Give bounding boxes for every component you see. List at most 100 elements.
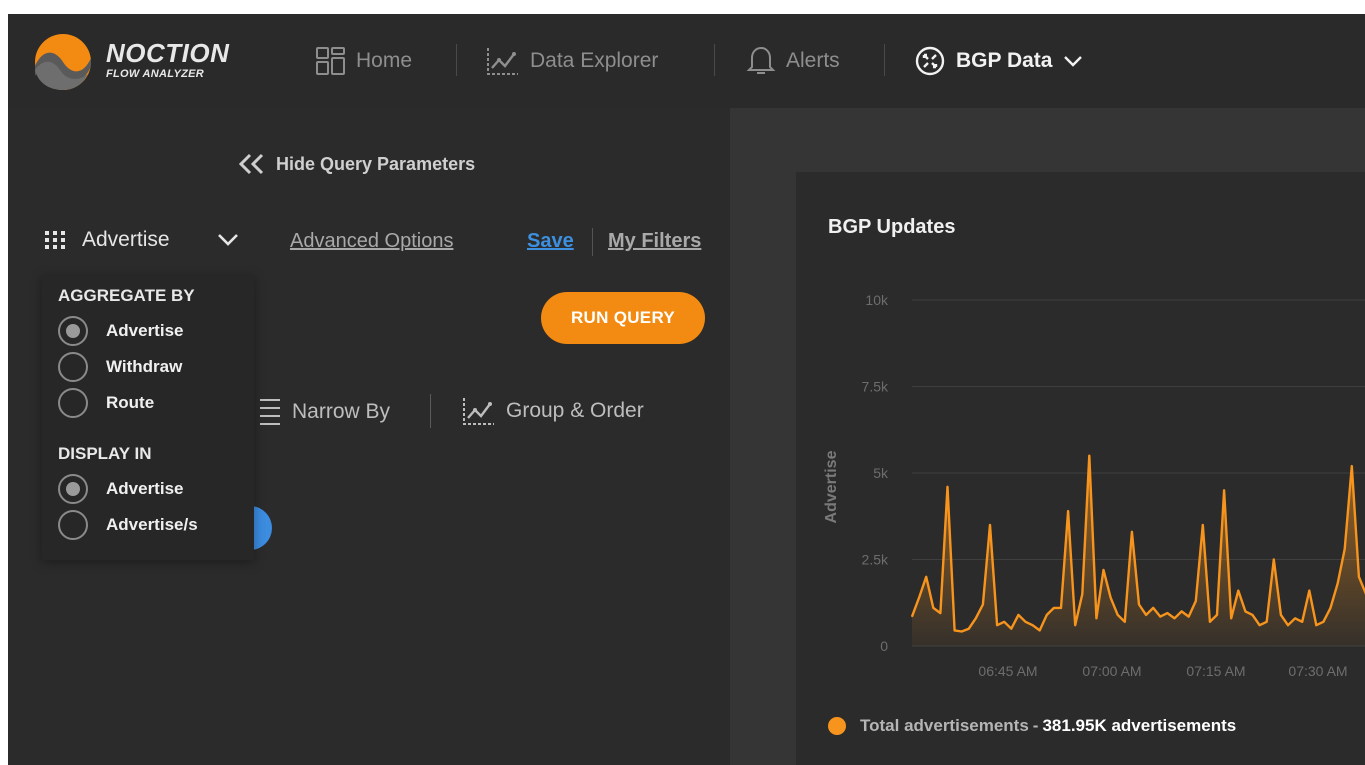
y-tick-label: 0 bbox=[880, 638, 888, 654]
data-point bbox=[1180, 610, 1183, 612]
data-point bbox=[975, 617, 977, 619]
nav-data-explorer-label: Data Explorer bbox=[530, 49, 659, 72]
data-point bbox=[1088, 455, 1090, 457]
bgp-updates-chart: 0 2.5k 5k 7.5k 10k Advertise 06:45 AM 07:00 AM 0… bbox=[823, 292, 1365, 679]
radio-checked-icon bbox=[58, 474, 88, 504]
series-line-total-advertisements bbox=[910, 454, 1365, 633]
legend-series-name: Total advertisements bbox=[860, 716, 1029, 735]
brand-subtitle: FLOW ANALYZER bbox=[106, 68, 204, 80]
x-tick-label: 07:00 AM bbox=[1082, 663, 1141, 679]
data-point bbox=[1067, 510, 1069, 512]
y-tick-label: 10k bbox=[865, 292, 889, 308]
data-point bbox=[1010, 628, 1012, 630]
y-tick-label: 2.5k bbox=[862, 552, 889, 568]
nav-alerts[interactable]: Alerts bbox=[746, 44, 840, 78]
filter-lines-icon bbox=[260, 399, 280, 425]
data-point bbox=[1301, 621, 1303, 623]
data-point bbox=[1003, 621, 1005, 623]
router-icon bbox=[915, 46, 945, 76]
option-label: Advertise/s bbox=[106, 515, 198, 534]
metric-select[interactable]: Advertise bbox=[44, 228, 244, 252]
dashboard-icon bbox=[316, 47, 345, 75]
data-point bbox=[1124, 621, 1126, 623]
data-point bbox=[1209, 621, 1211, 623]
data-point bbox=[1294, 617, 1296, 619]
display-in-heading: DISPLAY IN bbox=[58, 444, 152, 463]
data-point bbox=[1053, 607, 1055, 609]
nav-divider bbox=[884, 44, 885, 76]
data-point bbox=[1237, 590, 1239, 592]
option-label: Advertise bbox=[106, 479, 184, 498]
chart-legend[interactable]: Total advertisements - 381.95K advertise… bbox=[828, 716, 1236, 736]
metric-select-value: Advertise bbox=[82, 228, 170, 251]
y-tick-label: 5k bbox=[873, 465, 889, 481]
radio-checked-icon bbox=[58, 316, 88, 346]
x-tick-label: 07:15 AM bbox=[1186, 663, 1245, 679]
brand-name: NOCTION bbox=[106, 38, 230, 68]
data-point bbox=[1195, 600, 1197, 602]
advanced-options-link[interactable]: Advanced Options bbox=[290, 230, 453, 253]
data-point bbox=[1344, 548, 1346, 550]
data-point bbox=[1216, 614, 1218, 616]
radio-unchecked-icon bbox=[58, 510, 88, 540]
data-point bbox=[1230, 617, 1232, 619]
bgp-updates-chart-card: BGP Updates 0 2.5k 5k 7.5k 10k Advertise 06:45… bbox=[796, 172, 1365, 765]
data-point bbox=[932, 607, 934, 609]
save-link[interactable]: Save bbox=[527, 230, 574, 253]
data-point bbox=[1273, 558, 1275, 561]
data-point bbox=[1145, 614, 1147, 616]
data-point bbox=[1017, 614, 1020, 616]
data-point bbox=[996, 624, 998, 626]
display-option-advertise-per-second[interactable]: Advertise/s bbox=[58, 510, 198, 540]
y-tick-label: 7.5k bbox=[862, 379, 889, 395]
my-filters-link[interactable]: My Filters bbox=[608, 230, 701, 253]
group-order-button[interactable]: Group & Order bbox=[462, 396, 644, 426]
nav-divider bbox=[456, 44, 457, 76]
nav-home[interactable]: Home bbox=[316, 44, 412, 78]
legend-separator: - bbox=[1032, 716, 1039, 735]
nav-data-explorer[interactable]: Data Explorer bbox=[486, 44, 658, 78]
aggregate-option-withdraw[interactable]: Withdraw bbox=[58, 352, 182, 382]
data-point bbox=[1188, 615, 1190, 618]
top-navigation-bar: NOCTION FLOW ANALYZER Home Data Explorer bbox=[8, 14, 1365, 108]
data-point bbox=[1308, 590, 1310, 592]
hide-query-parameters-button[interactable]: Hide Query Parameters bbox=[236, 152, 475, 176]
narrow-by-label: Narrow By bbox=[292, 400, 391, 423]
link-divider bbox=[592, 228, 593, 256]
aggregate-by-heading: AGGREGATE BY bbox=[58, 286, 195, 305]
data-point bbox=[1166, 612, 1168, 614]
data-point bbox=[1287, 624, 1289, 626]
data-point bbox=[1138, 603, 1140, 606]
run-query-button[interactable]: RUN QUERY bbox=[541, 292, 705, 344]
data-point bbox=[953, 629, 956, 632]
bell-icon bbox=[746, 46, 776, 74]
radio-unchecked-icon bbox=[58, 388, 88, 418]
display-option-advertise[interactable]: Advertise bbox=[58, 474, 183, 504]
data-point bbox=[1280, 614, 1282, 616]
data-point bbox=[982, 603, 984, 606]
results-area: BGP Updates 0 2.5k 5k 7.5k 10k Advertise 06:45… bbox=[730, 108, 1365, 765]
line-chart-icon bbox=[463, 398, 494, 425]
data-point bbox=[1095, 617, 1098, 619]
group-order-label: Group & Order bbox=[506, 399, 644, 422]
grid-dots-icon bbox=[45, 231, 65, 249]
data-point bbox=[1039, 629, 1041, 632]
data-point bbox=[1266, 621, 1268, 623]
data-point bbox=[1351, 465, 1353, 467]
nav-bgp-data[interactable]: BGP Data bbox=[914, 44, 1094, 78]
option-label: Advertise bbox=[106, 321, 184, 340]
legend-series-total: 381.95K advertisements bbox=[1042, 716, 1237, 735]
nav-bgp-data-label: BGP Data bbox=[956, 49, 1053, 72]
data-point bbox=[939, 612, 941, 614]
data-point bbox=[1223, 489, 1225, 491]
aggregate-option-route[interactable]: Route bbox=[58, 388, 154, 418]
data-point bbox=[1173, 617, 1176, 619]
narrow-by-button[interactable]: Narrow By bbox=[258, 396, 390, 428]
nav-divider bbox=[714, 44, 715, 76]
data-point bbox=[1329, 607, 1332, 609]
data-point bbox=[1258, 624, 1261, 626]
aggregate-option-advertise[interactable]: Advertise bbox=[58, 316, 183, 346]
data-point bbox=[1031, 624, 1034, 626]
x-tick-label: 06:45 AM bbox=[978, 663, 1037, 679]
x-tick-label: 07:30 AM bbox=[1288, 663, 1347, 679]
